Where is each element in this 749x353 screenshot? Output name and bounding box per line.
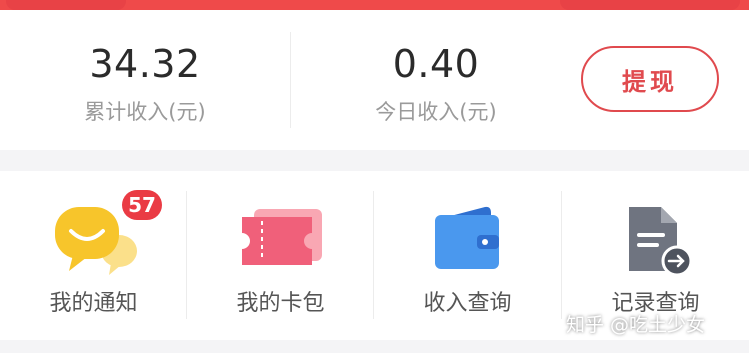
total-income-label: 累计收入(元): [84, 100, 206, 124]
grid-item-label: 收入查询: [423, 291, 512, 316]
income-stats-card: 34.32 累计收入(元) 0.40 今日收入(元) 提现: [0, 10, 749, 150]
today-income-value: 0.40: [392, 42, 480, 86]
grid-item-income-query[interactable]: 收入查询: [374, 171, 561, 340]
watermark-text: 知乎 @吃土少女: [566, 314, 706, 336]
ticket-card-icon: [236, 203, 326, 279]
total-income-value: 34.32: [89, 42, 201, 86]
wallet-icon: [423, 203, 513, 279]
grid-item-label: 我的卡包: [236, 291, 325, 316]
total-income-stat[interactable]: 34.32 累计收入(元): [0, 10, 290, 150]
header-decoration: [6, 0, 126, 10]
header-decoration: [560, 0, 740, 10]
today-income-stat[interactable]: 0.40 今日收入(元): [291, 10, 581, 150]
top-header-band: [0, 0, 749, 10]
grid-item-card-pack[interactable]: 我的卡包: [187, 171, 374, 340]
document-arrow-icon: [611, 203, 701, 279]
withdraw-button[interactable]: 提现: [581, 46, 719, 112]
notification-count-badge: 57: [122, 190, 162, 220]
grid-item-label: 我的通知: [49, 291, 138, 316]
today-income-label: 今日收入(元): [375, 100, 497, 124]
